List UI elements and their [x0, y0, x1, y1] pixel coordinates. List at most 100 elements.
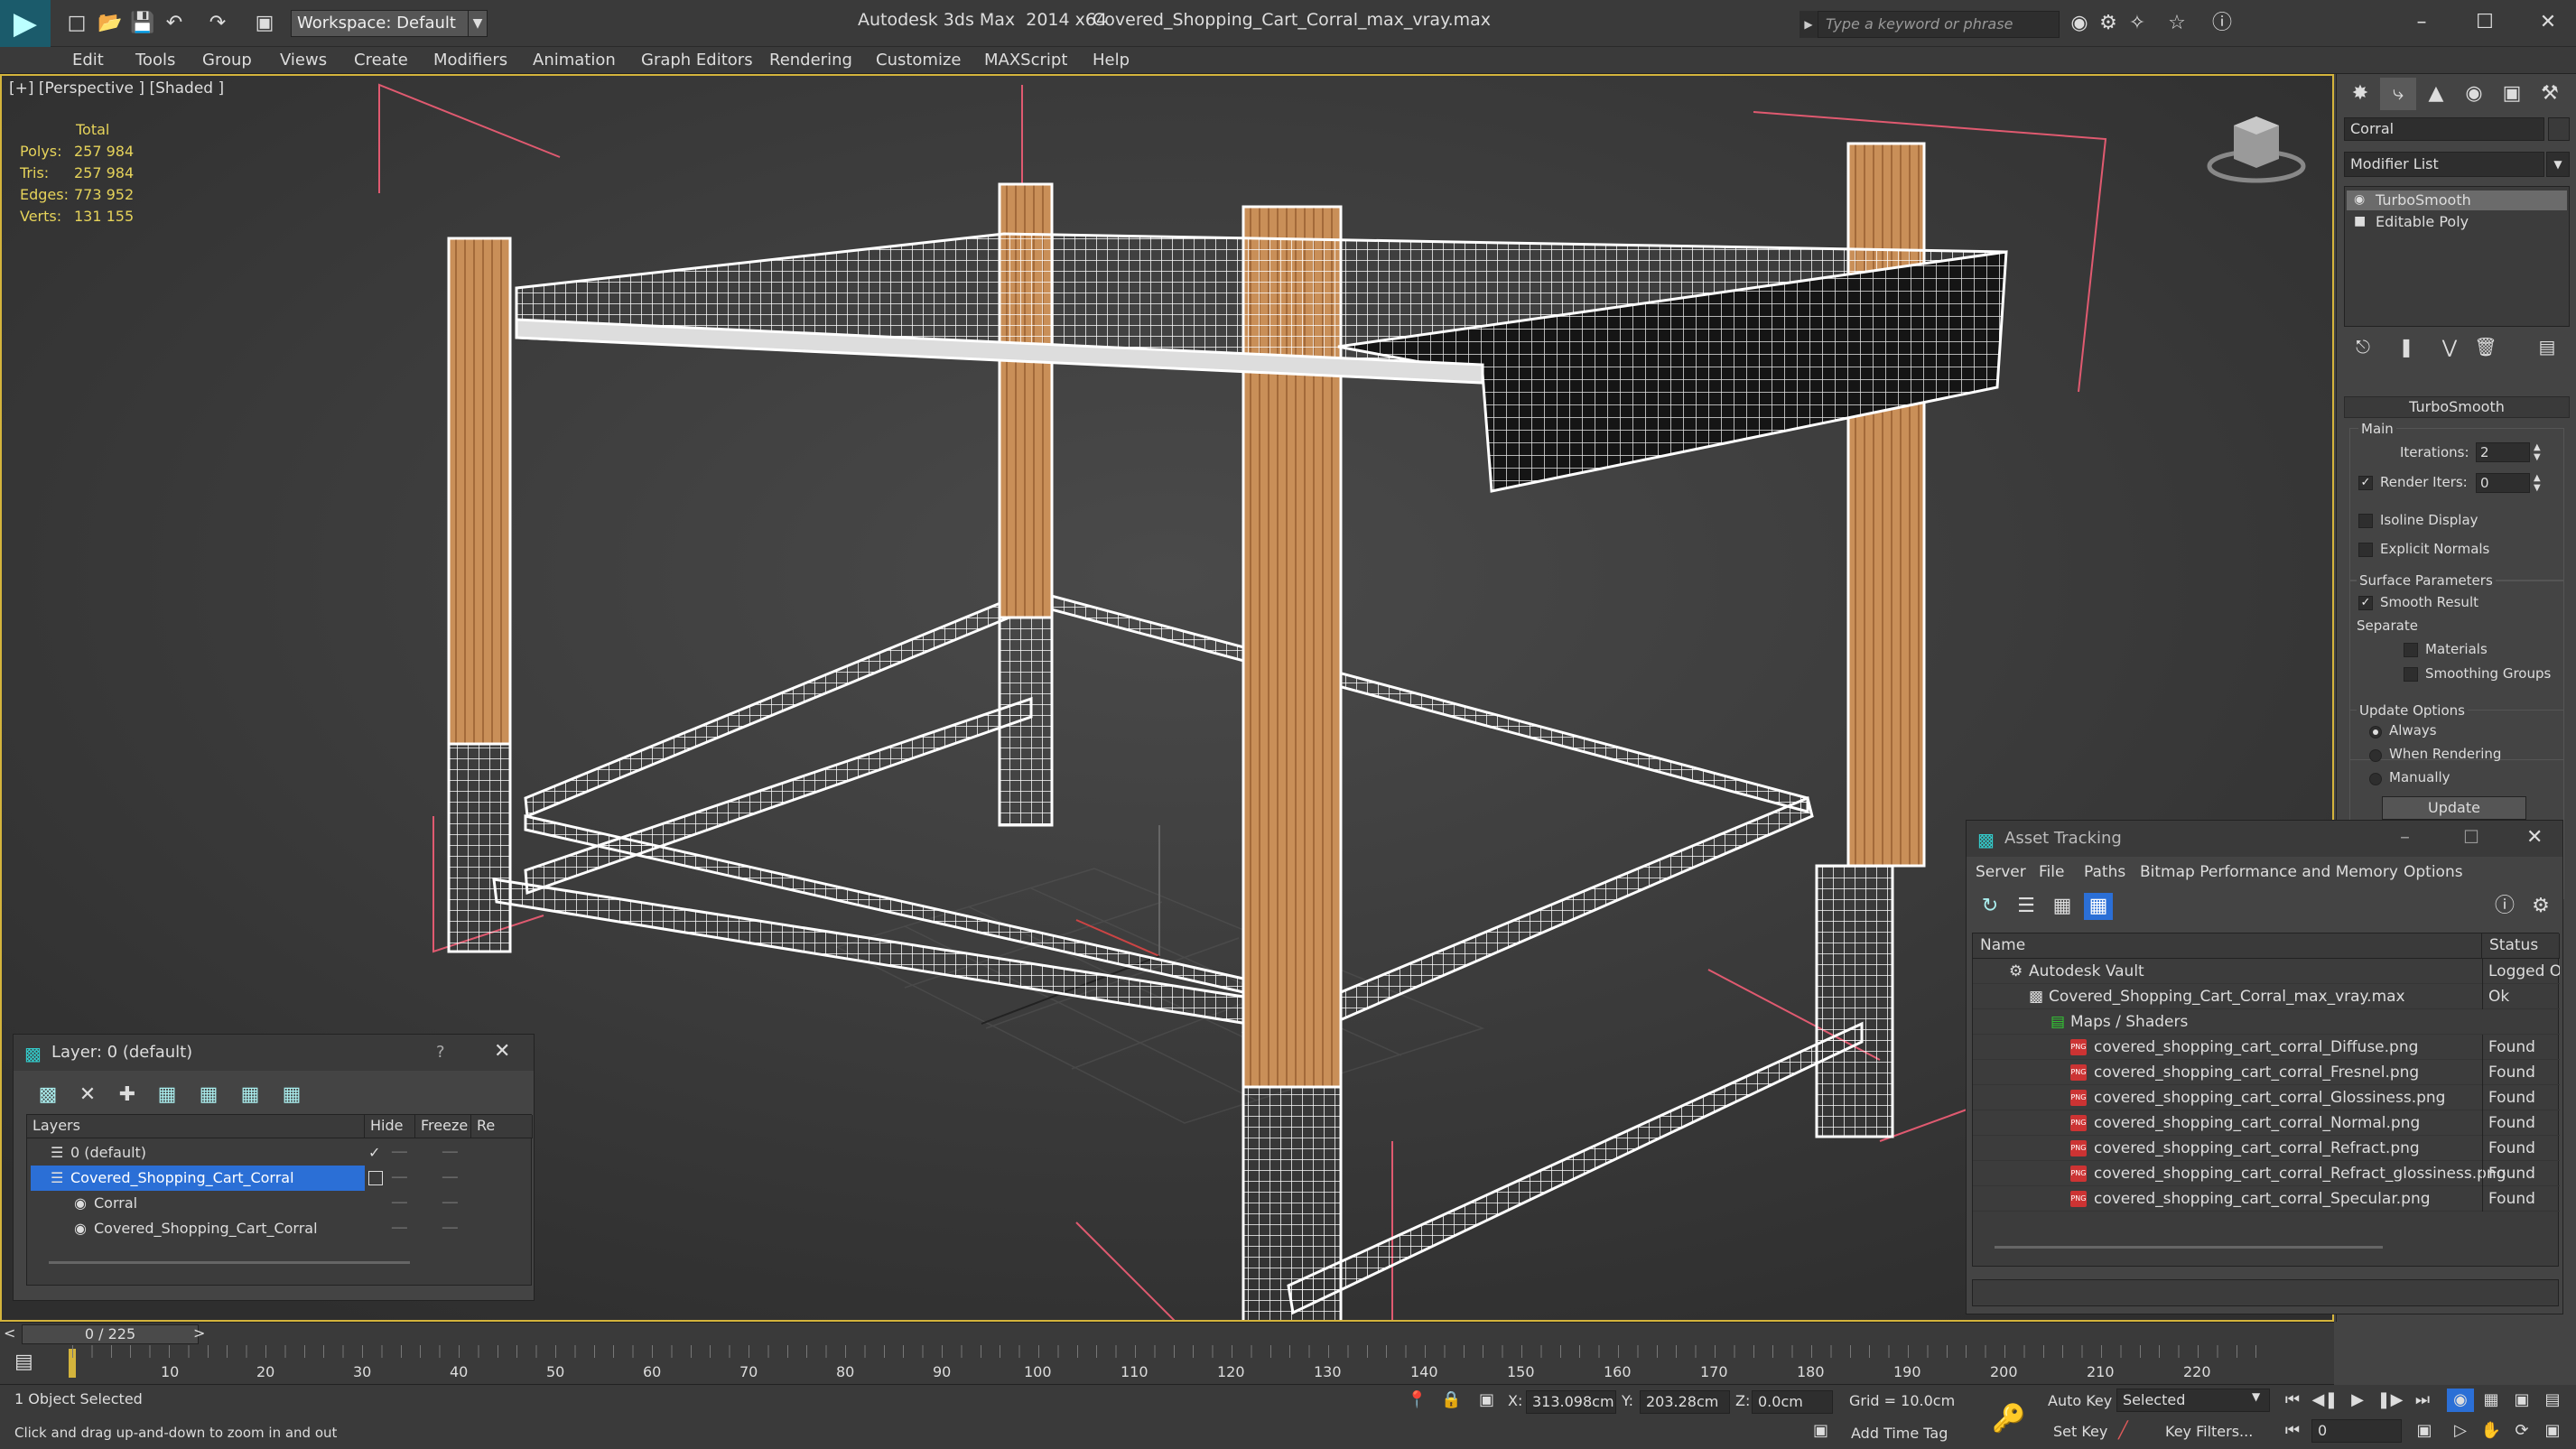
- isoline-display-checkbox[interactable]: [2358, 514, 2373, 528]
- asset-menu-file[interactable]: File: [2039, 859, 2064, 886]
- motion-tab-icon[interactable]: ◉: [2456, 78, 2492, 110]
- next-key-icon[interactable]: ❚▶: [2376, 1389, 2404, 1412]
- minimize-icon[interactable]: –: [2400, 826, 2410, 849]
- menu-help[interactable]: Help: [1093, 47, 1130, 74]
- menu-customize[interactable]: Customize: [876, 47, 961, 74]
- column-layers[interactable]: Layers: [27, 1115, 365, 1138]
- layer-row[interactable]: ☰ Covered_Shopping_Cart_Corral ── ──: [27, 1166, 533, 1191]
- render-iters-spinner[interactable]: 0: [2476, 473, 2530, 493]
- field-of-view-icon[interactable]: ▷: [2447, 1419, 2474, 1443]
- layer-row[interactable]: ◉ Covered_Shopping_Cart_Corral ── ──: [27, 1216, 533, 1241]
- freeze-toggle[interactable]: ──: [442, 1140, 458, 1166]
- layer-dialog-titlebar[interactable]: ▩ Layer: 0 (default) ? ✕: [14, 1035, 534, 1071]
- asset-row[interactable]: ▩ Covered_Shopping_Cart_Corral_max_vray.…: [1973, 984, 2560, 1009]
- go-to-start-icon[interactable]: ⏮: [2279, 1389, 2306, 1412]
- current-frame-field[interactable]: 0: [2311, 1419, 2402, 1443]
- stack-item-turbosmooth[interactable]: TurboSmooth: [2347, 190, 2567, 210]
- open-file-icon[interactable]: 📂: [98, 13, 122, 34]
- hide-toggle[interactable]: ──: [392, 1140, 407, 1166]
- asset-menu-paths[interactable]: Paths: [2084, 859, 2125, 886]
- update-always-radio[interactable]: [2369, 726, 2382, 738]
- object-color-swatch[interactable]: [2548, 117, 2570, 141]
- new-file-icon[interactable]: □: [65, 13, 88, 34]
- horizontal-scrollbar[interactable]: [1995, 1246, 2383, 1249]
- active-layer-check-icon[interactable]: ✓: [368, 1140, 380, 1166]
- spinner-arrows-icon[interactable]: ▲ ▼: [2534, 473, 2541, 493]
- auto-key-button[interactable]: Auto Key: [2048, 1392, 2112, 1409]
- next-frame-icon[interactable]: >: [193, 1324, 205, 1342]
- set-key-icon[interactable]: 🔑: [1992, 1403, 2025, 1435]
- render-iters-checkbox[interactable]: ✓: [2358, 476, 2373, 490]
- column-name[interactable]: Name: [1973, 933, 2482, 959]
- materials-checkbox[interactable]: [2404, 643, 2418, 657]
- table-view-icon[interactable]: ▦: [2048, 893, 2077, 920]
- undo-icon[interactable]: ↶: [163, 13, 186, 34]
- close-icon[interactable]: ✕: [2521, 5, 2575, 40]
- workspace-dropdown[interactable]: Workspace: Default: [291, 10, 471, 37]
- make-unique-icon[interactable]: ⋁: [2436, 336, 2463, 361]
- zoom-extents-all-icon[interactable]: ▤: [2539, 1389, 2566, 1412]
- lightbulb-icon[interactable]: ◉: [2354, 192, 2365, 207]
- menu-tools[interactable]: Tools: [135, 47, 175, 74]
- iterations-spinner[interactable]: 2: [2476, 442, 2530, 462]
- asset-menu-server[interactable]: Server: [1976, 859, 2026, 886]
- smoothing-groups-checkbox[interactable]: [2404, 667, 2418, 682]
- menu-create[interactable]: Create: [354, 47, 408, 74]
- delete-layer-icon[interactable]: ✕: [73, 1082, 102, 1109]
- hide-all-layers-icon[interactable]: ▦: [236, 1082, 265, 1109]
- add-to-layer-icon[interactable]: ✚: [113, 1082, 142, 1109]
- column-status[interactable]: Status: [2482, 933, 2560, 959]
- key-filters-button[interactable]: Key Filters...: [2165, 1423, 2253, 1440]
- isolate-selection-icon[interactable]: 📍: [1407, 1390, 1427, 1409]
- update-button[interactable]: Update: [2382, 796, 2526, 820]
- show-end-result-icon[interactable]: ❚: [2393, 336, 2420, 361]
- search-expand-icon[interactable]: ▶: [1799, 11, 1818, 38]
- selection-set-dropdown[interactable]: Selected: [2116, 1389, 2270, 1412]
- asset-row[interactable]: PNG covered_shopping_cart_corral_Normal.…: [1973, 1110, 2560, 1136]
- configure-modifier-sets-icon[interactable]: ▤: [2534, 336, 2561, 361]
- refresh-icon[interactable]: ↻: [1976, 893, 2004, 920]
- modify-tab-icon[interactable]: ⤷: [2380, 78, 2416, 110]
- go-to-end-icon[interactable]: ⏭: [2409, 1389, 2436, 1412]
- help-icon[interactable]: ⓘ: [2210, 13, 2234, 34]
- menu-graph-editors[interactable]: Graph Editors: [641, 47, 753, 74]
- x-coordinate-field[interactable]: 313.098cm: [1526, 1390, 1616, 1414]
- turbosmooth-rollout-header[interactable]: TurboSmooth: [2344, 396, 2570, 418]
- time-configuration-icon[interactable]: ▣: [2411, 1419, 2438, 1443]
- asset-menu-bitmap-performance[interactable]: Bitmap Performance and Memory: [2140, 859, 2398, 886]
- create-layer-icon[interactable]: ▩: [33, 1082, 62, 1109]
- hide-toggle[interactable]: ──: [392, 1166, 407, 1191]
- asset-row[interactable]: PNG covered_shopping_cart_corral_Diffuse…: [1973, 1035, 2560, 1060]
- smooth-result-checkbox[interactable]: ✓: [2358, 596, 2373, 610]
- zoom-extents-icon[interactable]: ▣: [2508, 1389, 2535, 1412]
- sub-object-icon[interactable]: ■: [2354, 214, 2366, 228]
- menu-group[interactable]: Group: [202, 47, 252, 74]
- chevron-down-icon[interactable]: ▼: [2252, 1390, 2260, 1403]
- absolute-mode-icon[interactable]: ▣: [1479, 1390, 1494, 1409]
- menu-maxscript[interactable]: MAXScript: [984, 47, 1067, 74]
- help-icon[interactable]: ⓘ: [2490, 893, 2519, 920]
- viewport-label[interactable]: [+] [Perspective ] [Shaded ]: [9, 79, 224, 98]
- horizontal-scrollbar[interactable]: [49, 1261, 410, 1264]
- utilities-tab-icon[interactable]: ⚒: [2532, 78, 2568, 110]
- zoom-icon[interactable]: ◉: [2447, 1389, 2474, 1412]
- active-layer-checkbox[interactable]: [368, 1171, 383, 1185]
- chevron-down-icon[interactable]: ▼: [468, 10, 488, 37]
- menu-rendering[interactable]: Rendering: [769, 47, 852, 74]
- menu-edit[interactable]: Edit: [72, 47, 104, 74]
- explicit-normals-checkbox[interactable]: [2358, 543, 2373, 557]
- modifier-list-dropdown[interactable]: Modifier List: [2344, 152, 2544, 177]
- search-input[interactable]: Type a keyword or phrase: [1818, 11, 2060, 38]
- subscription-icon[interactable]: ⚙: [2097, 13, 2120, 34]
- freeze-toggle[interactable]: ──: [442, 1216, 458, 1241]
- asset-menu-options[interactable]: Options: [2404, 859, 2463, 886]
- help-icon[interactable]: ?: [436, 1043, 445, 1062]
- minimize-icon[interactable]: –: [2395, 5, 2449, 40]
- app-logo-icon[interactable]: ▶: [0, 0, 51, 47]
- time-slider-thumb[interactable]: 0 / 225: [22, 1324, 199, 1344]
- asset-path-field[interactable]: [1972, 1279, 2559, 1306]
- pan-view-icon[interactable]: ✋: [2478, 1419, 2505, 1443]
- key-mode-toggle-icon[interactable]: ⏮: [2279, 1419, 2306, 1443]
- asset-row[interactable]: PNG covered_shopping_cart_corral_Glossin…: [1973, 1085, 2560, 1110]
- redo-icon[interactable]: ↷: [206, 13, 229, 34]
